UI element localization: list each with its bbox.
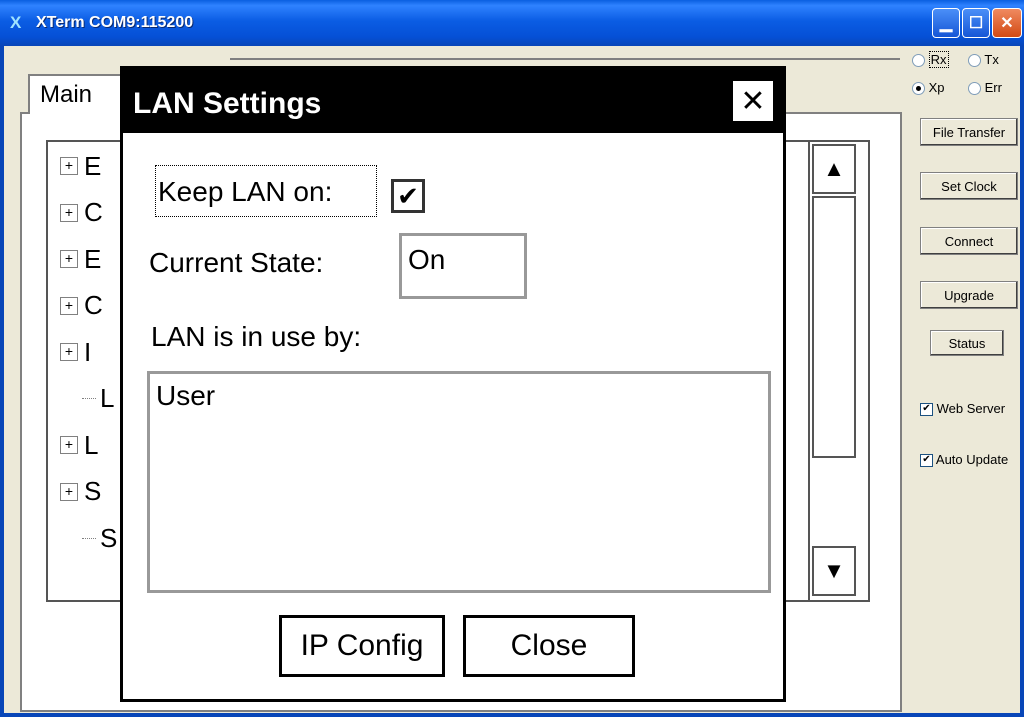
radio-rx[interactable]: Rx (912, 51, 949, 68)
web-server-checkbox[interactable]: ✔ Web Server (920, 401, 1006, 417)
radio-err[interactable]: Err (968, 80, 1002, 96)
expand-icon[interactable]: + (60, 436, 78, 454)
tab-main-label: Main (40, 81, 93, 108)
current-state-label: Current State: (149, 247, 324, 278)
radio-err-label: Err (984, 80, 1002, 95)
file-transfer-button[interactable]: File Transfer (920, 118, 1018, 146)
tree-item[interactable]: + L (60, 423, 98, 467)
tree-item[interactable]: S (82, 516, 117, 560)
dialog-close-button[interactable]: ✕ (731, 79, 775, 123)
tree-item[interactable]: + E (60, 144, 101, 188)
set-clock-label: Set Clock (941, 178, 997, 194)
upgrade-button[interactable]: Upgrade (920, 281, 1018, 309)
in-use-listbox[interactable]: User (147, 371, 771, 593)
tree-item-label: C (84, 197, 103, 227)
right-panel (906, 46, 1020, 713)
scroll-up-button[interactable]: ▲ (812, 144, 856, 194)
minimize-icon: ▁ (939, 15, 953, 32)
expand-icon[interactable]: + (60, 296, 78, 315)
close-icon: ✕ (740, 84, 766, 118)
keep-lan-label-focus[interactable]: Keep LAN on: (155, 165, 377, 217)
tree-item-label: E (84, 243, 102, 274)
tree-item[interactable]: + C (60, 284, 103, 328)
scroll-up-icon: ▲ (823, 156, 845, 181)
radio-tx-label: Tx (984, 52, 999, 67)
auto-update-check[interactable]: ✔ (920, 454, 933, 468)
web-server-label: Web Server (936, 401, 1006, 416)
radio-tx-circle[interactable] (968, 54, 981, 68)
web-server-check[interactable]: ✔ (920, 403, 933, 417)
scroll-down-icon: ▼ (823, 558, 845, 583)
radio-xp-label: Xp (928, 80, 945, 95)
radio-rx-circle[interactable] (912, 54, 925, 68)
upgrade-label: Upgrade (944, 287, 994, 303)
tree-item-label: L (84, 429, 99, 460)
tree-connector (82, 537, 96, 539)
list-item[interactable]: User (156, 380, 762, 412)
dialog-title: LAN Settings (123, 69, 783, 133)
auto-update-label: Auto Update (935, 452, 1009, 467)
lan-settings-dialog: LAN Settings ✕ Keep LAN on: ✔ Current St… (120, 66, 786, 702)
maximize-icon: ☐ (968, 15, 984, 32)
xterm-app-icon: X (10, 13, 22, 32)
radio-xp[interactable]: Xp (912, 80, 945, 96)
tree-item-label: C (84, 290, 103, 320)
expand-icon[interactable]: + (60, 203, 78, 222)
tree-item-label: L (100, 383, 115, 413)
close-window-button[interactable]: ✕ (992, 8, 1022, 38)
check-icon: ✔ (397, 180, 419, 211)
tree-item[interactable]: + I (60, 330, 91, 374)
in-use-label: LAN is in use by: (151, 321, 362, 352)
window-title: XTerm COM9:115200 (36, 14, 194, 31)
radio-err-circle[interactable] (968, 82, 981, 96)
set-clock-button[interactable]: Set Clock (920, 172, 1018, 200)
ip-config-button[interactable]: IP Config (279, 615, 445, 677)
close-button[interactable]: Close (463, 615, 635, 677)
maximize-button[interactable]: ☐ (962, 8, 990, 38)
status-button[interactable]: Status (930, 330, 1004, 356)
tree-item[interactable]: + E (60, 237, 101, 281)
tree-item[interactable]: + S (60, 470, 101, 514)
tree-item-label: S (100, 522, 118, 553)
current-state-field: On (399, 233, 527, 299)
ip-config-label: IP Config (300, 629, 424, 662)
scroll-down-button[interactable]: ▼ (812, 546, 856, 596)
close-icon: ✕ (1000, 15, 1014, 32)
connect-label: Connect (944, 233, 994, 249)
expand-icon[interactable]: + (60, 343, 78, 361)
expand-icon[interactable]: + (60, 250, 78, 268)
tree-item-label: E (84, 150, 102, 181)
tree-item-label: S (84, 476, 102, 506)
keep-lan-checkbox[interactable]: ✔ (391, 179, 425, 213)
expand-icon[interactable]: + (60, 482, 78, 501)
tab-main[interactable]: Main (28, 74, 122, 114)
radio-rx-label: Rx (928, 51, 949, 68)
tree-item[interactable]: + C (60, 191, 103, 235)
tree-connector (82, 398, 96, 399)
connect-button[interactable]: Connect (920, 227, 1018, 255)
keep-lan-label: Keep LAN on: (158, 176, 333, 207)
close-button-label: Close (510, 629, 588, 662)
status-label: Status (948, 335, 986, 351)
radio-xp-circle[interactable] (912, 82, 925, 96)
minimize-button[interactable]: ▁ (932, 8, 960, 38)
expand-icon[interactable]: + (60, 157, 78, 175)
tree-item-label: I (84, 336, 92, 367)
radio-tx[interactable]: Tx (968, 52, 999, 68)
auto-update-checkbox[interactable]: ✔ Auto Update (920, 452, 1009, 468)
file-transfer-label: File Transfer (932, 124, 1006, 140)
current-state-value: On (408, 244, 446, 275)
scroll-thumb[interactable] (812, 196, 856, 458)
tree-item[interactable]: L (82, 377, 114, 421)
